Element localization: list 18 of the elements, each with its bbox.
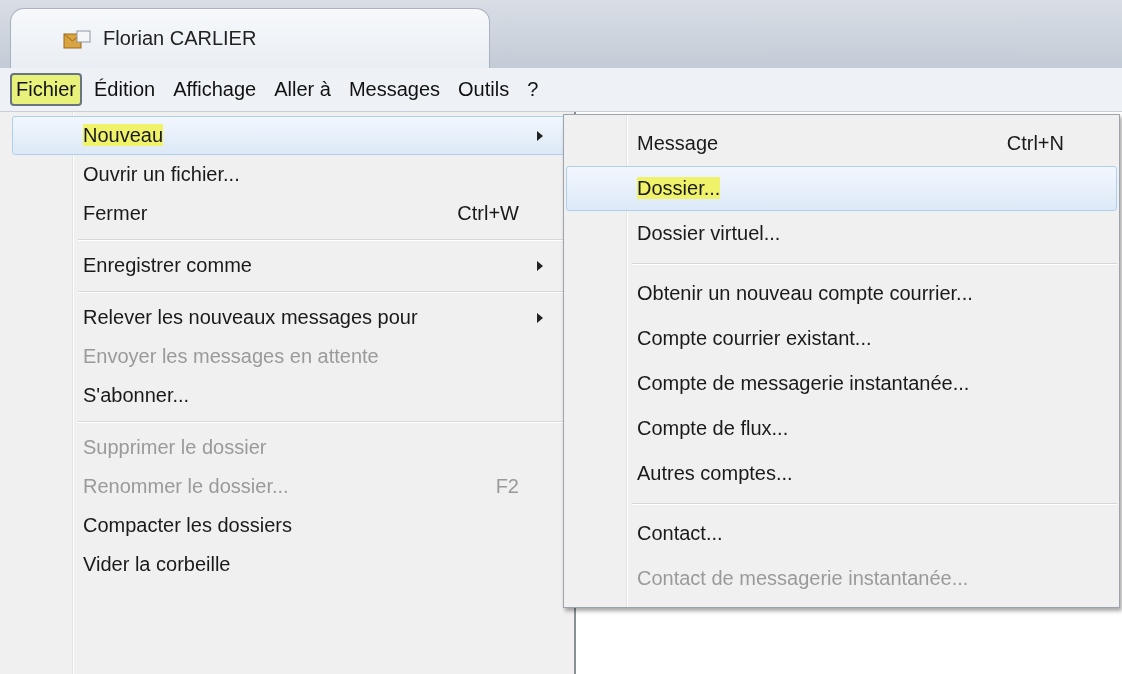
envelope-icon	[63, 27, 91, 50]
menu-bar-item[interactable]: ?	[521, 73, 545, 106]
submenu-arrow-icon	[537, 312, 543, 323]
menu-bar-item[interactable]: Messages	[342, 73, 447, 106]
menu-bar-item[interactable]: Affichage	[167, 73, 263, 106]
menu-bar-item[interactable]: Édition	[88, 73, 162, 106]
menu-item[interactable]: Compte de messagerie instantanée...	[566, 361, 1117, 406]
tab-title: Florian CARLIER	[103, 27, 257, 50]
account-tab[interactable]: Florian CARLIER	[10, 8, 490, 68]
menu-bar-item[interactable]: Aller à	[268, 73, 337, 106]
menu-item[interactable]: Contact...	[566, 511, 1117, 556]
menu-bar-item[interactable]: Outils	[452, 73, 516, 106]
menu-item[interactable]: Dossier...	[566, 166, 1117, 211]
submenu-arrow-icon	[537, 130, 543, 141]
submenu-arrow-icon	[537, 260, 543, 271]
menu-item[interactable]: Autres comptes...	[566, 451, 1117, 496]
menu-bar-item[interactable]: Fichier	[10, 73, 82, 106]
menu-item[interactable]: Compte de flux...	[566, 406, 1117, 451]
